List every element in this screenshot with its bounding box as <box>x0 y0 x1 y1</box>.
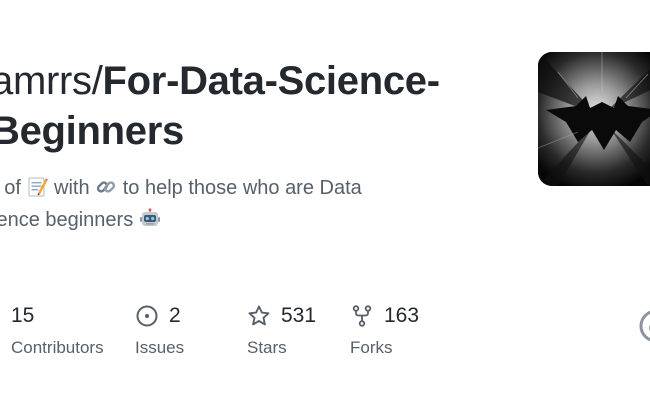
robot-icon <box>139 208 161 230</box>
stat-stars[interactable]: 531 Stars <box>247 300 316 358</box>
repo-name-line1: For-Data-Science- <box>102 59 441 103</box>
link-icon <box>95 176 117 198</box>
issues-label: Issues <box>135 338 185 357</box>
repo-description: et of with to help those who are Data ci… <box>0 172 422 236</box>
contributors-count: 15 <box>11 304 35 327</box>
forks-count: 163 <box>384 304 420 327</box>
contributors-label: Contributors <box>11 338 104 357</box>
issue-opened-icon <box>135 304 159 328</box>
description-text-3: to help those who are Data <box>117 177 362 199</box>
description-text-4: cience beginners <box>0 209 134 231</box>
repo-owner: amrrs/ <box>0 59 103 103</box>
issues-count: 2 <box>169 304 181 327</box>
stars-count: 531 <box>281 304 317 327</box>
repo-forked-icon <box>350 304 374 328</box>
stars-label: Stars <box>247 338 287 357</box>
owner-avatar[interactable] <box>538 52 650 186</box>
star-icon <box>247 304 271 328</box>
github-logo-icon <box>639 309 650 343</box>
description-text-1: et of <box>0 177 21 199</box>
memo-icon <box>26 176 49 198</box>
stat-issues[interactable]: 2 Issues <box>135 300 184 358</box>
description-text-2: with <box>48 177 96 199</box>
stat-forks[interactable]: 163 Forks <box>350 300 419 358</box>
forks-label: Forks <box>350 338 393 357</box>
repo-social-card: amrrs/For-Data-Science- Beginners et of … <box>0 0 650 400</box>
repo-title[interactable]: amrrs/For-Data-Science- Beginners <box>0 56 491 156</box>
repo-stats: 15 Contributors 2 Issues 531 Stars 163 F… <box>0 300 650 370</box>
repo-name-line2: Beginners <box>0 109 184 153</box>
stat-contributors[interactable]: 15 Contributors <box>11 300 104 358</box>
